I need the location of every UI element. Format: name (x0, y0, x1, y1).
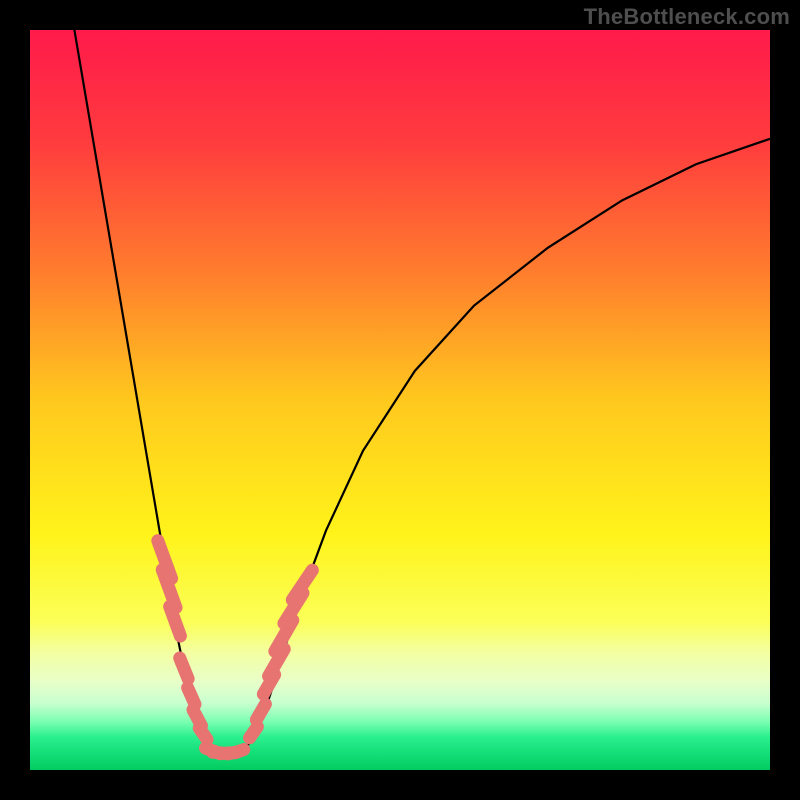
curve-left-branch (74, 30, 211, 753)
curve-layer (30, 30, 770, 770)
curve-marker (161, 598, 188, 644)
plot-area (30, 30, 770, 770)
watermark-text: TheBottleneck.com (584, 4, 790, 30)
curve-marker (247, 695, 274, 728)
curve-marker (171, 650, 196, 688)
marker-group (149, 532, 321, 761)
chart-frame: TheBottleneck.com (0, 0, 800, 800)
curve-right-branch (241, 139, 770, 754)
